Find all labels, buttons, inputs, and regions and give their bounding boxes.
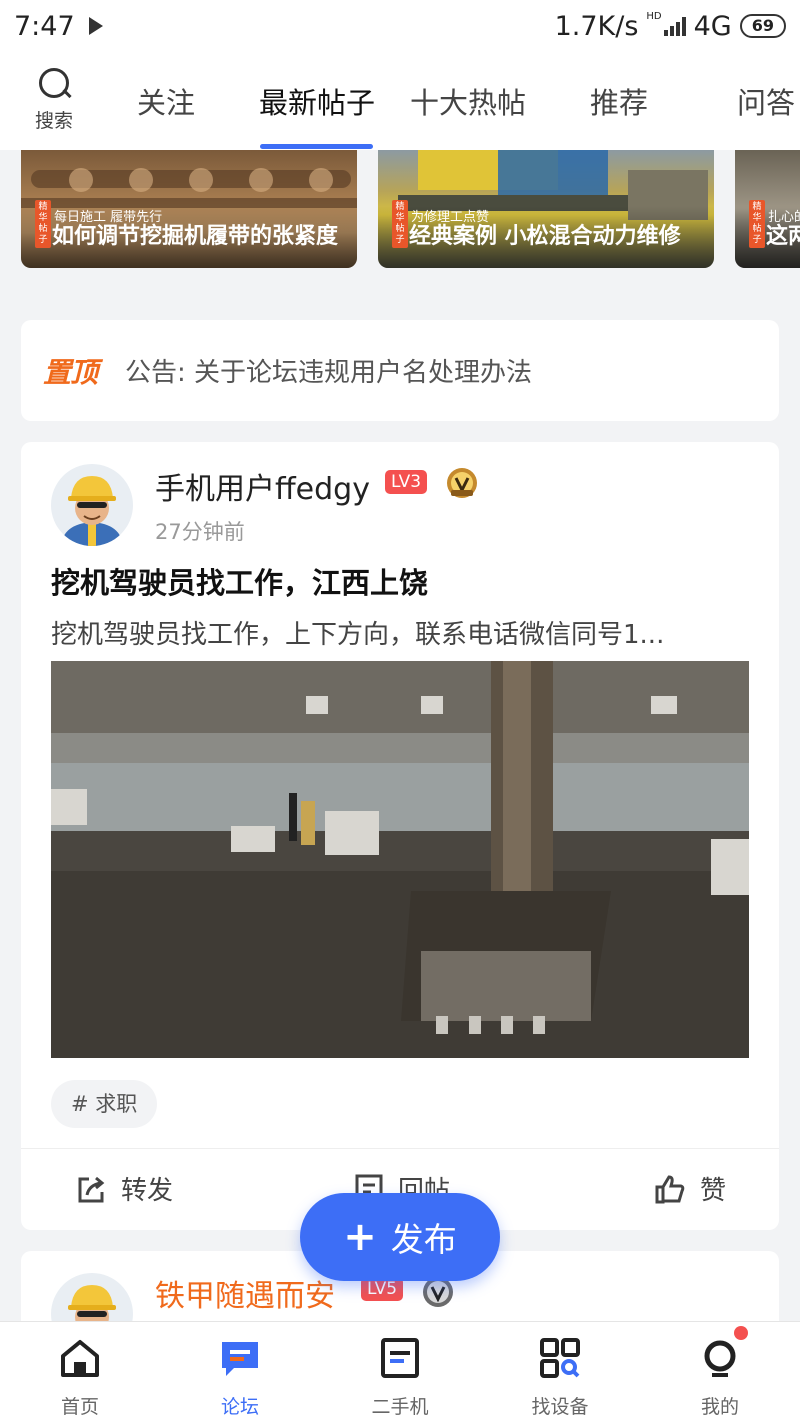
featured-tag: 精华帖子 [749, 200, 765, 248]
network-type: 4G [693, 10, 732, 42]
notification-dot [734, 1326, 748, 1340]
post-card[interactable]: 手机用户ffedgy LV3 27分钟前 挖机驾驶员找工作，江西上饶 挖机驾驶员… [21, 442, 779, 1230]
pinned-notice[interactable]: 置顶 公告: 关于论坛违规用户名处理办法 [21, 320, 779, 421]
nav-label: 二手机 [371, 1396, 429, 1418]
top-nav: 搜索 关注 最新帖子 十大热帖 推荐 问答 [0, 52, 800, 150]
post-title[interactable]: 挖机驾驶员找工作，江西上饶 [51, 560, 428, 602]
battery-icon: 69 [739, 14, 786, 38]
banner-title: 经典案例 小松混合动力维修 [409, 224, 681, 249]
notice-text: 公告: 关于论坛违规用户名处理办法 [125, 358, 533, 388]
publish-label: 发布 [390, 1220, 457, 1259]
featured-tag: 精华帖子 [35, 200, 51, 248]
hd-label: HD [646, 10, 662, 22]
home-icon [58, 1336, 102, 1380]
used-machine-icon [378, 1336, 422, 1380]
avatar[interactable] [51, 464, 133, 546]
plus-icon: + [343, 1214, 377, 1260]
bottom-nav: 首页 论坛 二手机 找设备 我的 [0, 1321, 800, 1422]
nav-home[interactable]: 首页 [25, 1336, 135, 1419]
worker-avatar-icon [61, 476, 123, 546]
network-speed: 1.7K/s [554, 10, 639, 42]
status-time: 7:47 [14, 10, 75, 42]
signal-icon [663, 16, 686, 36]
excavator-photo [51, 661, 749, 1058]
nav-label: 找设备 [531, 1396, 589, 1418]
nav-used-machines[interactable]: 二手机 [345, 1336, 455, 1419]
banner-title: 如何调节挖掘机履带的张紧度 [52, 224, 339, 249]
find-equipment-icon [538, 1336, 582, 1380]
banner-title: 这两 [766, 224, 800, 249]
post-excerpt[interactable]: 挖机驾驶员找工作，上下方向，联系电话微信同号1... [51, 614, 664, 651]
tab-top-ten[interactable]: 十大热帖 [410, 80, 526, 122]
post-username[interactable]: 手机用户ffedgy [155, 464, 370, 508]
status-bar: 7:47 1.7K/s HD 4G 69 [0, 0, 800, 52]
media-playing-icon [88, 17, 103, 35]
post-image[interactable] [51, 661, 749, 1058]
nav-profile[interactable]: 我的 [665, 1326, 775, 1419]
like-label: 赞 [700, 1176, 727, 1206]
share-label: 转发 [121, 1176, 174, 1206]
featured-tag: 精华帖子 [392, 200, 408, 248]
share-button[interactable]: 转发 [75, 1170, 173, 1207]
thumbs-up-icon [655, 1174, 685, 1203]
banner-card[interactable]: 精华帖子 为修理工点赞 经典案例 小松混合动力维修 [378, 150, 714, 268]
publish-button[interactable]: + 发布 [300, 1193, 500, 1281]
tab-recommend[interactable]: 推荐 [590, 80, 648, 122]
search-icon [37, 66, 71, 100]
level-badge: LV3 [385, 470, 428, 494]
tab-qa[interactable]: 问答 [737, 80, 795, 122]
active-tab-indicator [260, 144, 373, 149]
like-button[interactable]: 赞 [654, 1170, 726, 1207]
search-label: 搜索 [34, 110, 73, 132]
nav-label: 论坛 [220, 1396, 259, 1418]
banner-card[interactable]: 精华帖子 每日施工 履带先行 如何调节挖掘机履带的张紧度 [21, 150, 357, 268]
v2-medal-icon [447, 468, 477, 498]
pinned-label: 置顶 [43, 355, 98, 389]
tab-follow[interactable]: 关注 [137, 80, 195, 122]
nav-label: 首页 [60, 1396, 99, 1418]
post-time: 27分钟前 [155, 520, 245, 544]
profile-icon [698, 1326, 748, 1380]
banner-card[interactable]: 精华帖子 扎心的 这两 [735, 150, 800, 268]
nav-forum[interactable]: 论坛 [185, 1336, 295, 1419]
forum-icon [218, 1336, 262, 1380]
tab-latest-posts[interactable]: 最新帖子 [259, 80, 375, 122]
divider [21, 1148, 779, 1149]
share-icon [78, 1176, 105, 1202]
nav-label: 我的 [700, 1396, 739, 1418]
topic-tag[interactable]: # 求职 [51, 1080, 158, 1128]
nav-find-equipment[interactable]: 找设备 [505, 1336, 615, 1419]
post-username[interactable]: 铁甲随遇而安 [155, 1271, 335, 1315]
search-button[interactable]: 搜索 [26, 66, 82, 133]
banner-carousel[interactable]: 精华帖子 每日施工 履带先行 如何调节挖掘机履带的张紧度 精华帖子 为修理工点赞… [0, 150, 800, 270]
